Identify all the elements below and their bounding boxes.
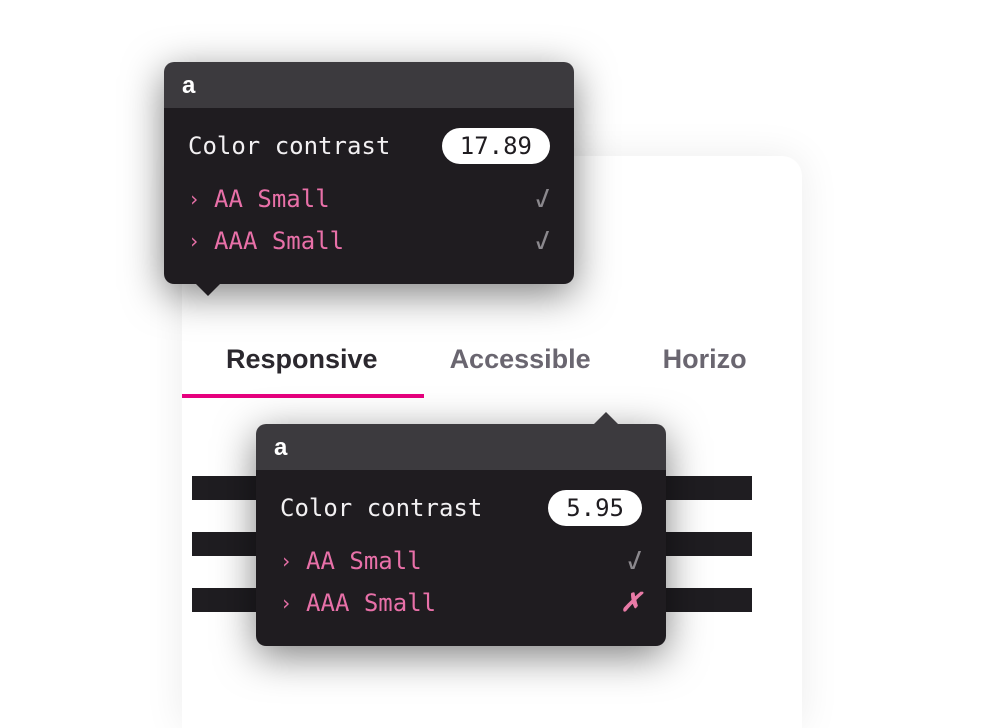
check-pass-icon: ✓ (535, 184, 550, 214)
tooltip-caret-icon (594, 412, 618, 424)
contrast-value: 5.95 (548, 490, 642, 526)
chevron-icon: › (188, 187, 200, 211)
contrast-tooltip-top: a Color contrast 17.89 › AA Small ✓ › AA… (164, 62, 574, 284)
check-row-aaa: › AAA Small ✗ (280, 582, 642, 624)
tooltip-body: Color contrast 17.89 › AA Small ✓ › AAA … (164, 108, 574, 284)
tooltip-caret-icon (196, 284, 220, 296)
check-row-aaa: › AAA Small ✓ (188, 220, 550, 262)
tab-horizontal[interactable]: Horizo (663, 344, 747, 397)
contrast-title: Color contrast (280, 494, 482, 522)
check-label: AA Small (306, 547, 422, 575)
chevron-icon: › (188, 229, 200, 253)
tooltip-sample-letter: a (274, 434, 287, 461)
check-row-aa: › AA Small ✓ (188, 178, 550, 220)
tooltip-header: a (256, 424, 666, 470)
check-pass-icon: ✓ (535, 226, 550, 256)
tab-underline (182, 394, 424, 398)
check-label: AAA Small (306, 589, 436, 617)
chevron-icon: › (280, 549, 292, 573)
check-label: AAA Small (214, 227, 344, 255)
tooltip-header: a (164, 62, 574, 108)
tab-responsive[interactable]: Responsive (226, 344, 378, 397)
check-fail-icon: ✗ (620, 588, 642, 618)
chevron-icon: › (280, 591, 292, 615)
contrast-tooltip-bottom: a Color contrast 5.95 › AA Small ✓ › AAA… (256, 424, 666, 646)
check-label: AA Small (214, 185, 330, 213)
contrast-title: Color contrast (188, 132, 390, 160)
check-row-aa: › AA Small ✓ (280, 540, 642, 582)
contrast-value: 17.89 (442, 128, 550, 164)
check-pass-icon: ✓ (627, 546, 642, 576)
tab-accessible[interactable]: Accessible (450, 344, 591, 397)
tab-bar: Responsive Accessible Horizo (182, 344, 802, 397)
tooltip-sample-letter: a (182, 72, 195, 99)
tooltip-body: Color contrast 5.95 › AA Small ✓ › AAA S… (256, 470, 666, 646)
